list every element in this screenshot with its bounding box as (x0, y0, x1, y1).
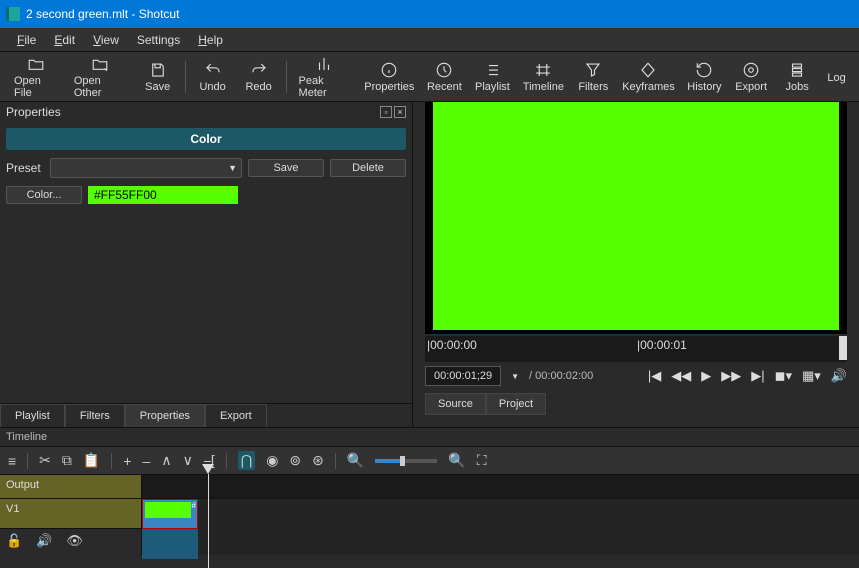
time-ruler[interactable]: |00:00:00 |00:00:01 (425, 336, 847, 362)
clip-handle-icon: # (192, 501, 196, 510)
paste-icon[interactable]: 📋 (83, 452, 100, 469)
menu-help[interactable]: Help (189, 33, 232, 47)
hide-icon[interactable]: 👁 (66, 533, 83, 551)
skip-next-icon[interactable]: ▶| (751, 368, 764, 384)
timeline-toolbar: ≡ ✂ ⧉ 📋 + – ∧ ∨ ⎯[ ⋂ ◉ ⊚ ⊛ 🔍 🔍 ⛶ (0, 446, 859, 475)
open-other-button[interactable]: Open Other (66, 53, 135, 101)
timecode-duration: / 00:00:02:00 (529, 370, 593, 382)
color-header: Color (6, 128, 406, 150)
save-button[interactable]: Save (135, 59, 181, 95)
menu-edit[interactable]: Edit (45, 33, 84, 47)
tab-source[interactable]: Source (425, 393, 486, 415)
app-icon (6, 7, 20, 21)
preset-save-button[interactable]: Save (248, 159, 324, 177)
tab-project[interactable]: Project (486, 393, 546, 415)
color-picker-button[interactable]: Color... (6, 186, 82, 204)
output-track-header[interactable]: Output (0, 475, 141, 499)
zoom-in-icon[interactable]: 🔍 (448, 452, 465, 469)
tab-export[interactable]: Export (205, 404, 267, 427)
lock-icon[interactable]: 🔓 (6, 533, 22, 551)
scrub-icon[interactable]: ◉ (266, 452, 278, 469)
snap-icon[interactable]: ⋂ (238, 451, 255, 470)
filters-button[interactable]: Filters (570, 59, 616, 95)
play-icon[interactable]: ▶ (701, 368, 711, 384)
v1-track-header[interactable]: V1 (0, 499, 141, 529)
panel-close-icon[interactable]: × (394, 106, 406, 118)
keyframes-button[interactable]: Keyframes (616, 59, 680, 95)
clip-thumbnail (145, 502, 191, 518)
dropdown-icon[interactable]: ▼ (511, 372, 519, 381)
skip-prev-icon[interactable]: |◀ (648, 368, 661, 384)
copy-icon[interactable]: ⧉ (62, 452, 72, 469)
mute-icon[interactable]: 🔊 (36, 533, 52, 551)
properties-panel: Properties ▫ × Color Preset ▼ Save Delet… (0, 102, 413, 427)
main-toolbar: Open File Open Other Save Undo Redo Peak… (0, 52, 859, 102)
rewind-icon[interactable]: ◀◀ (671, 368, 691, 384)
menu-view[interactable]: View (84, 33, 128, 47)
history-button[interactable]: History (681, 59, 728, 95)
redo-button[interactable]: Redo (236, 59, 282, 95)
cut-icon[interactable]: ✂ (39, 452, 51, 469)
panel-float-icon[interactable]: ▫ (380, 106, 392, 118)
properties-button[interactable]: Properties (358, 59, 420, 95)
open-file-button[interactable]: Open File (6, 53, 66, 101)
video-frame (433, 102, 839, 330)
jobs-button[interactable]: Jobs (774, 59, 820, 95)
ripple-all-icon[interactable]: ⊛ (312, 452, 324, 469)
track-headers: Output V1 🔓 🔊 👁 (0, 475, 142, 555)
tab-filters[interactable]: Filters (65, 404, 125, 427)
playlist-button[interactable]: Playlist (468, 59, 516, 95)
playhead-marker[interactable] (839, 336, 847, 360)
ripple-icon[interactable]: ⊚ (289, 452, 301, 469)
tab-playlist[interactable]: Playlist (0, 404, 65, 427)
color-value: #FF55FF00 (88, 186, 238, 204)
track-area[interactable]: # (142, 475, 859, 555)
menu-bar: File Edit View Settings Help (0, 28, 859, 52)
preset-combo[interactable]: ▼ (50, 158, 242, 178)
peak-meter-button[interactable]: Peak Meter (291, 53, 359, 101)
recent-button[interactable]: Recent (420, 59, 468, 95)
remove-icon[interactable]: – (143, 453, 151, 469)
log-button[interactable]: Log (820, 68, 853, 86)
timecode-current[interactable]: 00:00:01;29 (425, 366, 501, 386)
timeline-playhead[interactable] (202, 464, 214, 568)
ruler-tick: |00:00:00 (427, 338, 477, 352)
title-bar: 2 second green.mlt - Shotcut (0, 0, 859, 28)
overwrite-icon[interactable]: ∨ (183, 452, 193, 469)
chevron-down-icon: ▼ (228, 163, 237, 173)
preset-delete-button[interactable]: Delete (330, 159, 406, 177)
preset-label: Preset (6, 161, 44, 175)
menu-settings[interactable]: Settings (128, 33, 189, 47)
menu-icon[interactable]: ≡ (8, 453, 16, 469)
zoom-out-icon[interactable]: 🔍 (347, 452, 364, 469)
grid-icon[interactable]: ▦▾ (802, 368, 821, 384)
append-icon[interactable]: + (123, 453, 131, 469)
video-clip[interactable]: # (142, 499, 198, 529)
timeline-button[interactable]: Timeline (516, 59, 570, 95)
zoom-fit-timeline-icon[interactable]: ⛶ (477, 452, 487, 469)
video-preview[interactable] (425, 102, 847, 334)
lift-icon[interactable]: ∧ (161, 452, 171, 469)
zoom-slider[interactable] (375, 459, 437, 463)
volume-icon[interactable]: 🔊 (831, 368, 847, 384)
window-title: 2 second green.mlt - Shotcut (26, 7, 179, 21)
preview-panel: |00:00:00 |00:00:01 00:00:01;29 ▼ / 00:0… (413, 102, 859, 427)
ruler-tick: |00:00:01 (637, 338, 687, 352)
timeline-panel: Timeline ≡ ✂ ⧉ 📋 + – ∧ ∨ ⎯[ ⋂ ◉ ⊚ ⊛ 🔍 🔍 … (0, 427, 859, 555)
menu-file[interactable]: File (8, 33, 45, 47)
zoom-fit-icon[interactable]: ◼▾ (775, 368, 792, 384)
undo-button[interactable]: Undo (190, 59, 236, 95)
panel-title: Properties (6, 105, 61, 119)
timeline-title: Timeline (0, 428, 859, 446)
export-button[interactable]: Export (728, 59, 774, 95)
forward-icon[interactable]: ▶▶ (721, 368, 741, 384)
tab-properties[interactable]: Properties (125, 404, 205, 427)
